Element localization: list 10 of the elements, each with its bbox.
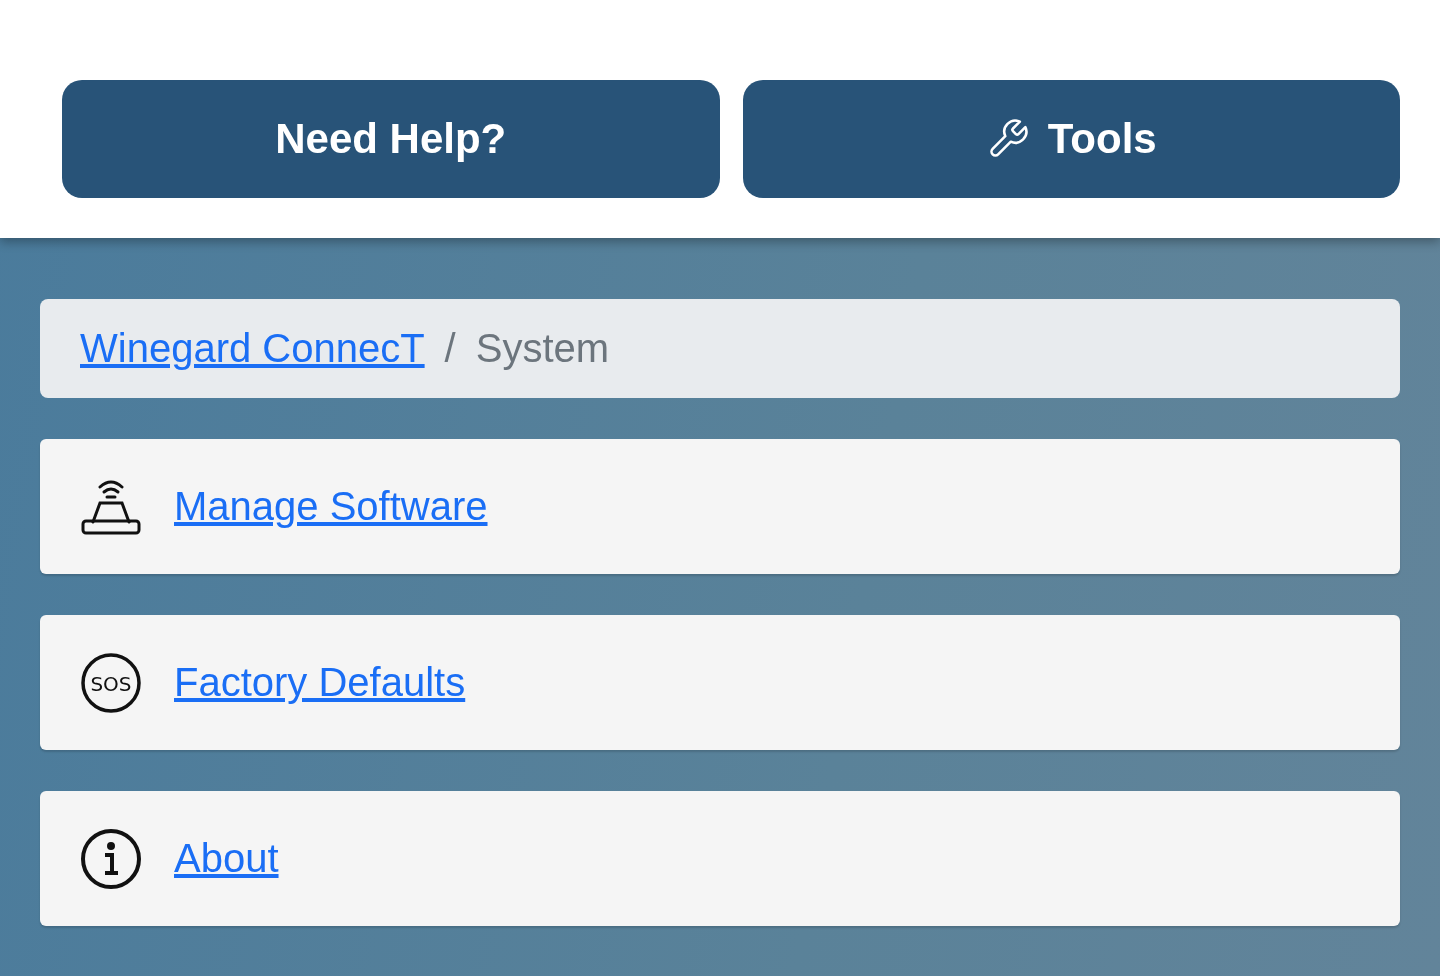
menu-link[interactable]: Manage Software xyxy=(174,484,488,529)
tools-button[interactable]: Tools xyxy=(742,80,1400,198)
sos-icon: SOS xyxy=(80,651,142,714)
info-icon xyxy=(80,827,142,890)
menu-link[interactable]: About xyxy=(174,836,279,881)
help-button[interactable]: Need Help? xyxy=(62,80,720,198)
breadcrumb-separator: / xyxy=(444,326,456,371)
menu-link[interactable]: Factory Defaults xyxy=(174,660,466,705)
breadcrumb-link[interactable]: Winegard ConnecT xyxy=(80,326,425,371)
breadcrumb-current: System xyxy=(475,326,610,371)
